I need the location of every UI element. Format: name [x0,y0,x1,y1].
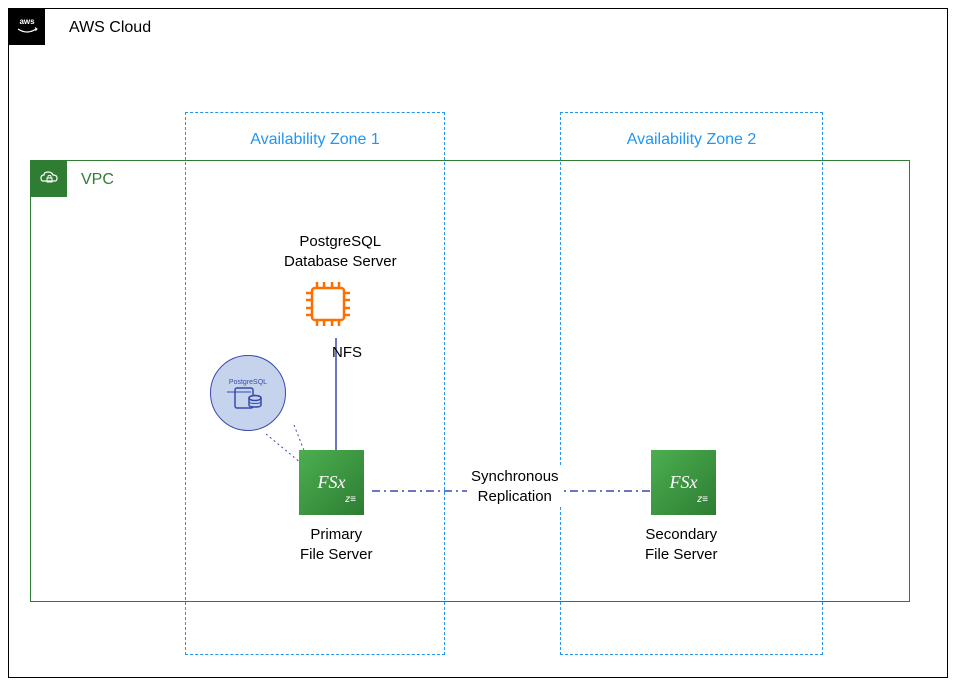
vpc-label: VPC [81,171,114,189]
secondary-fs-line1: Secondary [645,526,717,543]
nfs-label: NFS [332,344,362,361]
sync-line2: Replication [478,488,552,505]
az1-label: Availability Zone 1 [250,131,380,149]
vpc-container: VPC [30,160,910,602]
fsx-secondary-icon: FSx z≡ [651,450,716,515]
cpu-chip-icon [302,278,354,330]
primary-fs-line2: File Server [300,546,373,563]
fsx-text: FSx [670,472,698,493]
fsx-primary-icon: FSx z≡ [299,450,364,515]
db-label-line1: PostgreSQL [299,233,381,250]
az2-label: Availability Zone 2 [627,131,757,149]
fsx-text: FSx [318,472,346,493]
aws-cloud-icon: aws [9,9,45,45]
svg-text:PostgreSQL: PostgreSQL [229,379,267,386]
aws-cloud-label: AWS Cloud [69,19,151,37]
fsx-sub: z≡ [697,494,708,505]
primary-fs-line1: Primary [310,526,362,543]
replication-label: Synchronous Replication [467,467,563,506]
secondary-file-server-label: Secondary File Server [645,525,718,564]
secondary-fs-line2: File Server [645,546,718,563]
vpc-icon [31,161,67,197]
database-server-label: PostgreSQL Database Server [284,232,397,271]
sync-line1: Synchronous [471,468,559,485]
postgresql-data-icon: PostgreSQL [210,355,286,431]
svg-text:aws: aws [19,17,35,26]
primary-file-server-label: Primary File Server [300,525,373,564]
db-label-line2: Database Server [284,253,397,270]
fsx-sub: z≡ [345,494,356,505]
